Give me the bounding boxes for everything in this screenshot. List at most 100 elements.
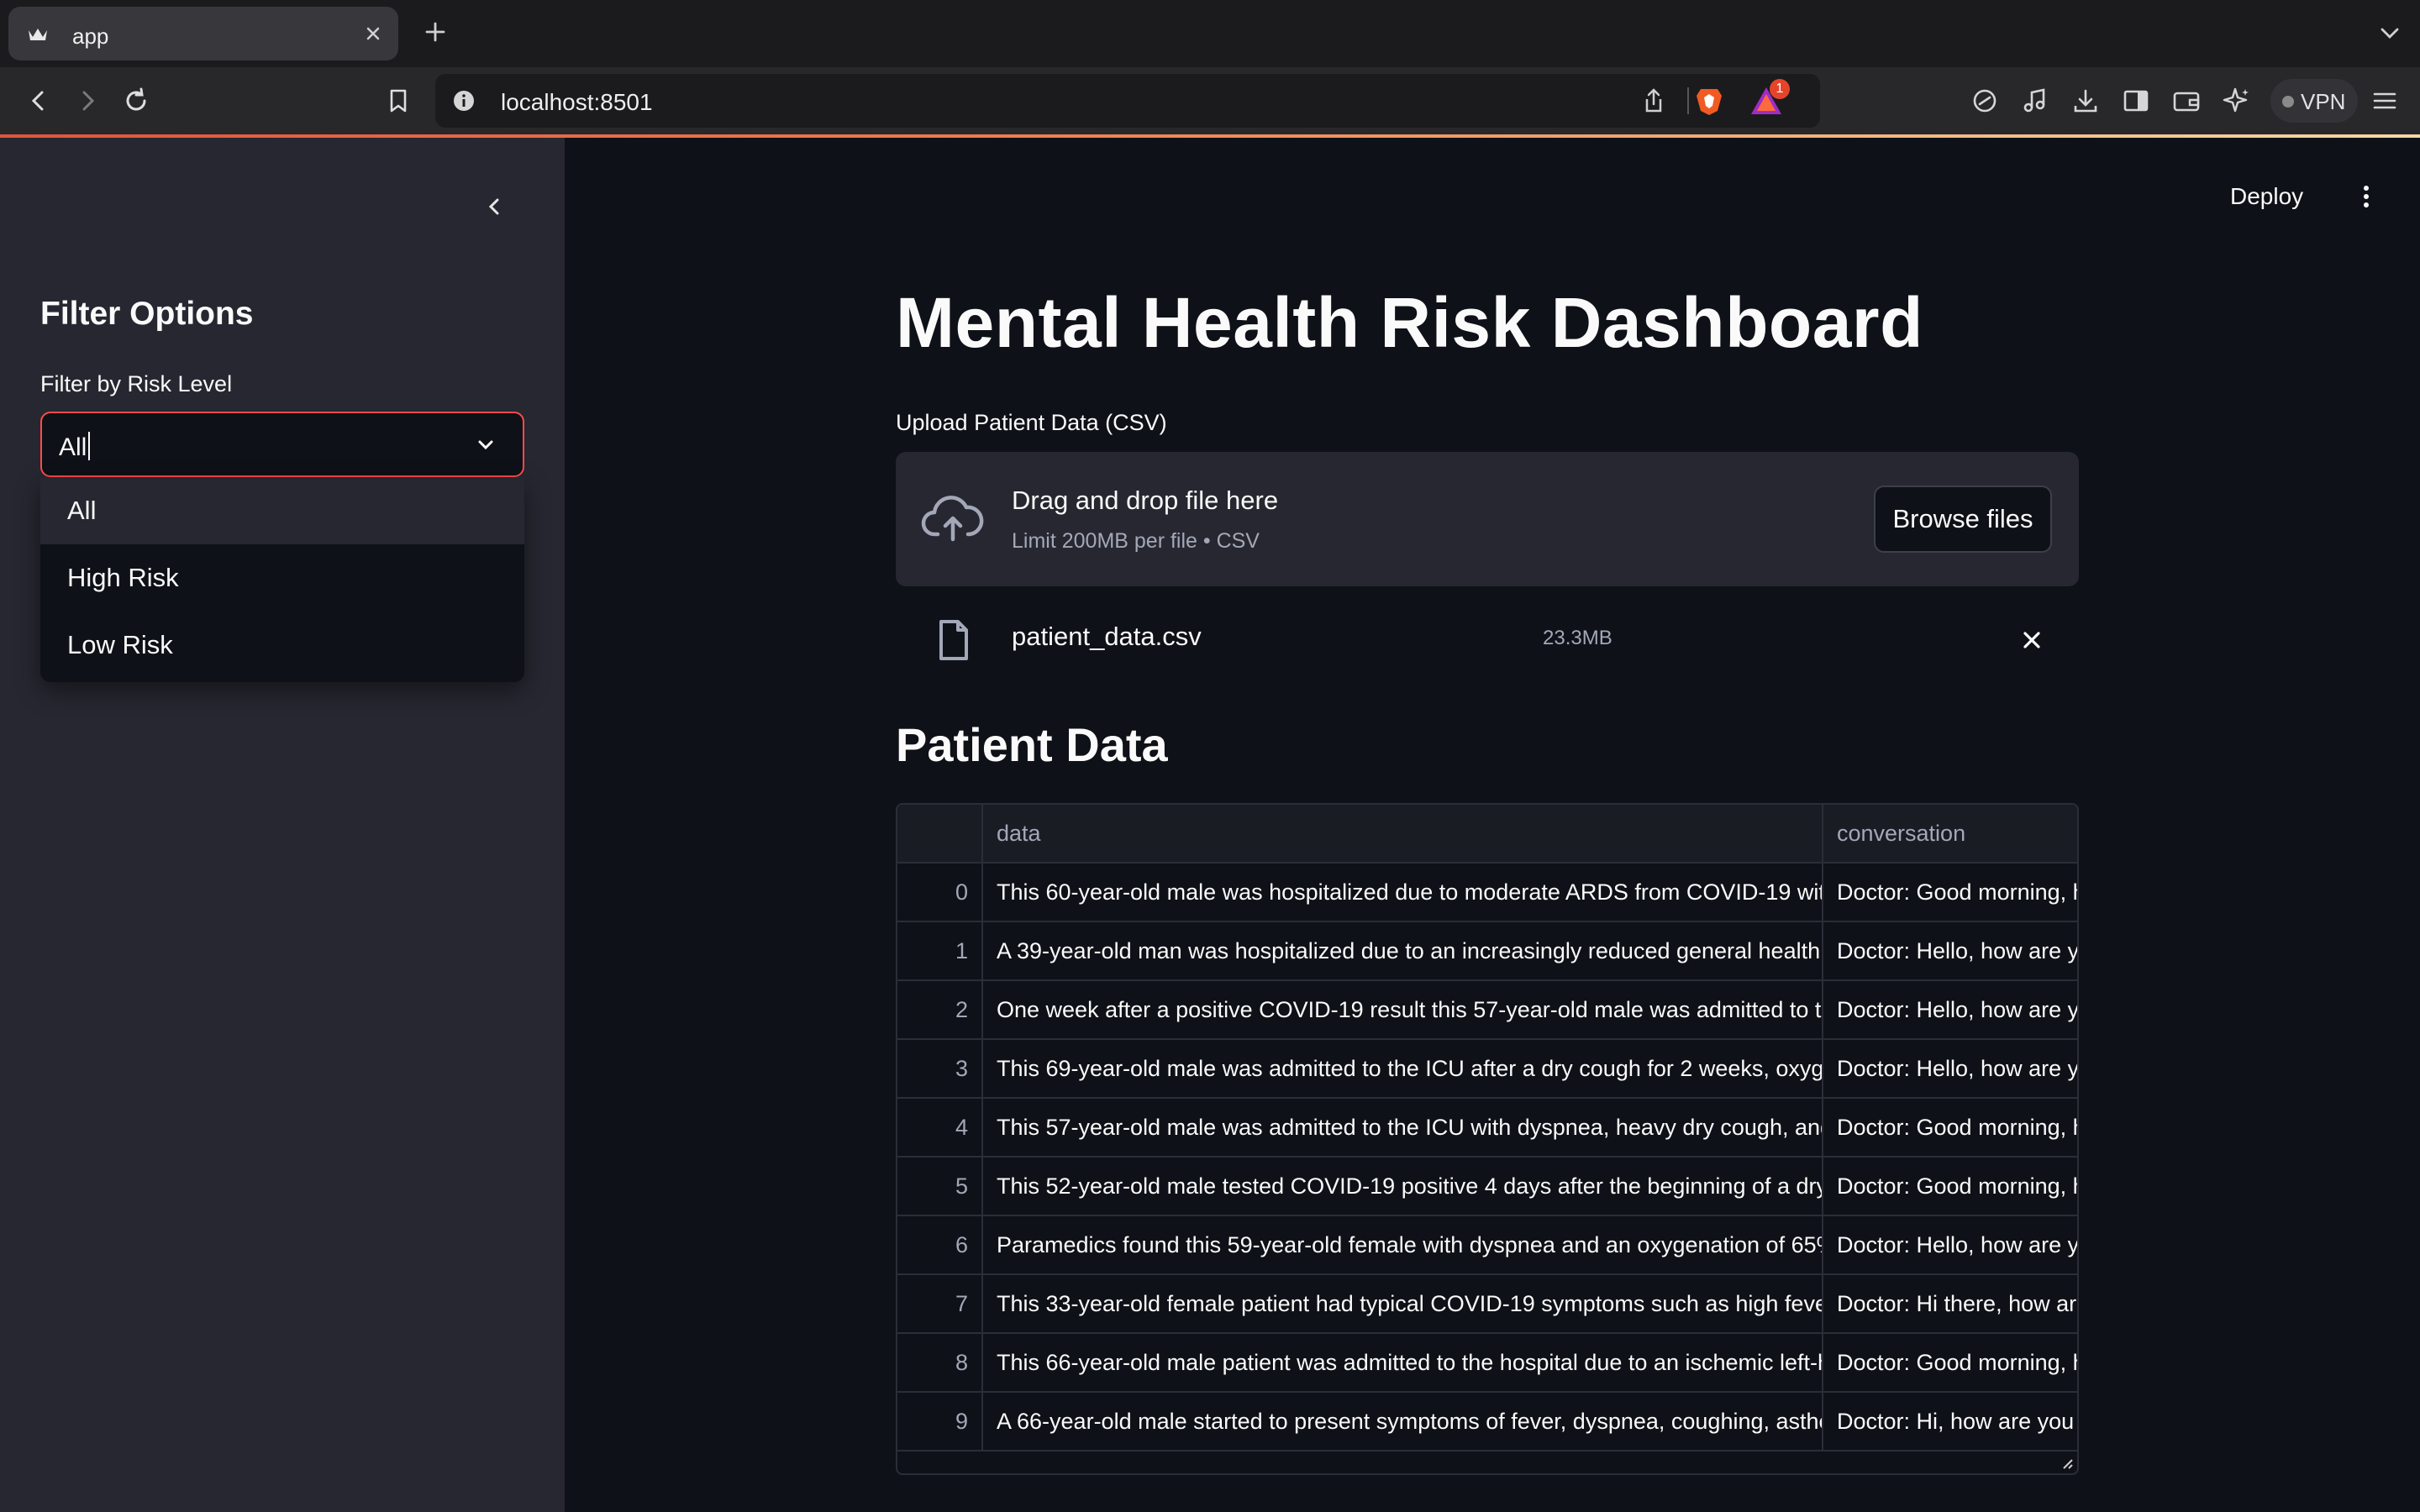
row-index-cell[interactable]: 8	[897, 1334, 983, 1393]
ai-sparkle-icon[interactable]	[2220, 84, 2254, 118]
data-cell[interactable]: This 69-year-old male was admitted to th…	[983, 1040, 1823, 1099]
table-row[interactable]: 8 This 66-year-old male patient was admit…	[897, 1334, 2077, 1393]
deploy-button[interactable]: Deploy	[2230, 183, 2303, 210]
data-cell[interactable]: This 33-year-old female patient had typi…	[983, 1275, 1823, 1334]
conversation-cell[interactable]: Doctor: Good morning, h	[1823, 1099, 2077, 1158]
dropdown-option-label[interactable]: All	[67, 496, 96, 526]
data-column-header[interactable]: data	[983, 805, 1823, 864]
table-header: data conversation	[897, 805, 2077, 864]
data-cell[interactable]: Paramedics found this 59-year-old female…	[983, 1216, 1823, 1275]
row-index-cell[interactable]: 4	[897, 1099, 983, 1158]
main-content: Deploy Mental Health Risk Dashboard Uplo…	[565, 138, 2420, 1512]
conversation-cell[interactable]: Doctor: Hello, how are yo	[1823, 1216, 2077, 1275]
conversation-cell[interactable]: Doctor: Good morning, h	[1823, 1334, 2077, 1393]
back-icon[interactable]	[20, 82, 57, 119]
data-cell[interactable]: This 57-year-old male was admitted to th…	[983, 1099, 1823, 1158]
sidebar-heading: Filter Options	[40, 296, 254, 332]
conversation-column-header[interactable]: conversation	[1823, 805, 2077, 864]
dropdown-option-label[interactable]: High Risk	[67, 563, 179, 593]
table-row[interactable]: 5 This 52-year-old male tested COVID-19 p…	[897, 1158, 2077, 1216]
dropzone-title: Drag and drop file here	[1012, 486, 1279, 515]
conversation-cell[interactable]: Doctor: Hello, how are yo	[1823, 981, 2077, 1040]
data-cell[interactable]: One week after a positive COVID-19 resul…	[983, 981, 1823, 1040]
row-index-cell[interactable]: 0	[897, 864, 983, 922]
row-index-cell[interactable]: 7	[897, 1275, 983, 1334]
row-index-cell[interactable]: 2	[897, 981, 983, 1040]
new-tab-icon[interactable]	[418, 15, 452, 49]
index-column-header[interactable]	[897, 805, 983, 864]
table-row[interactable]: 3 This 69-year-old male was admitted to t…	[897, 1040, 2077, 1099]
upload-label: Upload Patient Data (CSV)	[896, 410, 1167, 435]
risk-level-select[interactable]: All	[40, 412, 524, 477]
url-text[interactable]: localhost:8501	[501, 89, 653, 116]
page-title: Mental Health Risk Dashboard	[896, 283, 1923, 362]
rewards-badge: 1	[1770, 79, 1790, 99]
select-value[interactable]: All	[59, 433, 87, 461]
data-cell[interactable]: A 39-year-old man was hospitalized due t…	[983, 922, 1823, 981]
row-index-cell[interactable]: 6	[897, 1216, 983, 1275]
vpn-label: VPN	[2301, 89, 2346, 114]
music-icon[interactable]	[2018, 84, 2052, 118]
dropdown-option-low-risk[interactable]: Low Risk	[40, 612, 524, 679]
vpn-button[interactable]: VPN	[2270, 79, 2358, 123]
table-row[interactable]: 2 One week after a positive COVID-19 resu…	[897, 981, 2077, 1040]
conversation-cell[interactable]: Doctor: Hello, how are yo	[1823, 1040, 2077, 1099]
uploaded-file-size: 23.3MB	[1543, 627, 1612, 649]
conversation-cell[interactable]: Doctor: Hi there, how are	[1823, 1275, 2077, 1334]
dropdown-option-all[interactable]: All	[40, 477, 524, 544]
conversation-cell[interactable]: Doctor: Hello, how are yo	[1823, 922, 2077, 981]
tab-list-chevron-icon[interactable]	[2375, 18, 2405, 49]
site-info-icon[interactable]	[450, 87, 477, 114]
file-dropzone[interactable]: Drag and drop file here Limit 200MB per …	[896, 452, 2079, 586]
reload-icon[interactable]	[118, 82, 155, 119]
conversation-cell[interactable]: Doctor: Hi, how are you f	[1823, 1393, 2077, 1452]
uploaded-file-row: patient_data.csv 23.3MB	[896, 608, 2079, 675]
table-row[interactable]: 9A 66-year-old male started to present s…	[897, 1393, 2077, 1452]
brave-shields-icon[interactable]	[1692, 84, 1726, 118]
row-index-cell[interactable]: 9	[897, 1393, 983, 1452]
data-cell[interactable]: A 66-year-old male started to present sy…	[983, 1393, 1823, 1452]
conversation-cell[interactable]: Doctor: Good morning, h	[1823, 864, 2077, 922]
close-tab-icon[interactable]	[360, 20, 387, 47]
row-index-cell[interactable]: 3	[897, 1040, 983, 1099]
browse-files-button[interactable]: Browse files	[1874, 486, 2052, 553]
risk-level-dropdown: All High Risk Low Risk	[40, 477, 524, 682]
browser-toolbar: localhost:8501 1 VPN	[0, 67, 2420, 136]
data-cell[interactable]: This 52-year-old male tested COVID-19 po…	[983, 1158, 1823, 1216]
leo-icon[interactable]	[1968, 84, 2002, 118]
select-value-wrapper[interactable]: All	[59, 432, 91, 462]
table-row[interactable]: 7 This 33-year-old female patient had typ…	[897, 1275, 2077, 1334]
remove-file-close-icon[interactable]	[2015, 623, 2049, 657]
table-row[interactable]: 0 This 60-year-old male was hospitalized …	[897, 864, 2077, 922]
table-row[interactable]: 4 This 57-year-old male was admitted to t…	[897, 1099, 2077, 1158]
collapse-sidebar-chevron-icon[interactable]	[477, 190, 511, 223]
browser-tab[interactable]: app	[8, 7, 398, 60]
download-icon[interactable]	[2069, 84, 2102, 118]
hamburger-menu-icon[interactable]	[2368, 84, 2402, 118]
table-row[interactable]: 6 Paramedics found this 59-year-old femal…	[897, 1216, 2077, 1275]
bookmark-icon[interactable]	[380, 82, 417, 119]
risk-filter-label: Filter by Risk Level	[40, 371, 233, 396]
row-index-cell[interactable]: 1	[897, 922, 983, 981]
share-icon[interactable]	[1639, 86, 1669, 116]
sidebar: Filter Options Filter by Risk Level All …	[0, 138, 565, 1512]
uploaded-file-name: patient_data.csv	[1012, 622, 1202, 651]
data-cell[interactable]: This 60-year-old male was hospitalized d…	[983, 864, 1823, 922]
chevron-down-icon[interactable]	[472, 432, 499, 459]
dropdown-option-high-risk[interactable]: High Risk	[40, 544, 524, 612]
address-bar[interactable]: localhost:8501 1	[435, 74, 1820, 128]
table-resize-handle-icon[interactable]	[2060, 1457, 2074, 1470]
row-index-cell[interactable]: 5	[897, 1158, 983, 1216]
sidebar-toggle-icon[interactable]	[2119, 84, 2153, 118]
section-title: Patient Data	[896, 718, 1168, 771]
dropzone-limit-text: Limit 200MB per file • CSV	[1012, 529, 1260, 553]
patient-data-table[interactable]: data conversation 0 This 60-year-old male…	[896, 803, 2079, 1475]
streamlit-crown-icon	[27, 24, 49, 45]
dropdown-option-label[interactable]: Low Risk	[67, 630, 173, 660]
more-options-icon[interactable]	[2349, 180, 2383, 213]
data-cell[interactable]: This 66-year-old male patient was admitt…	[983, 1334, 1823, 1393]
wallet-icon[interactable]	[2170, 84, 2203, 118]
conversation-cell[interactable]: Doctor: Good morning, h	[1823, 1158, 2077, 1216]
forward-icon[interactable]	[69, 82, 106, 119]
table-row[interactable]: 1A 39-year-old man was hospitalized due …	[897, 922, 2077, 981]
